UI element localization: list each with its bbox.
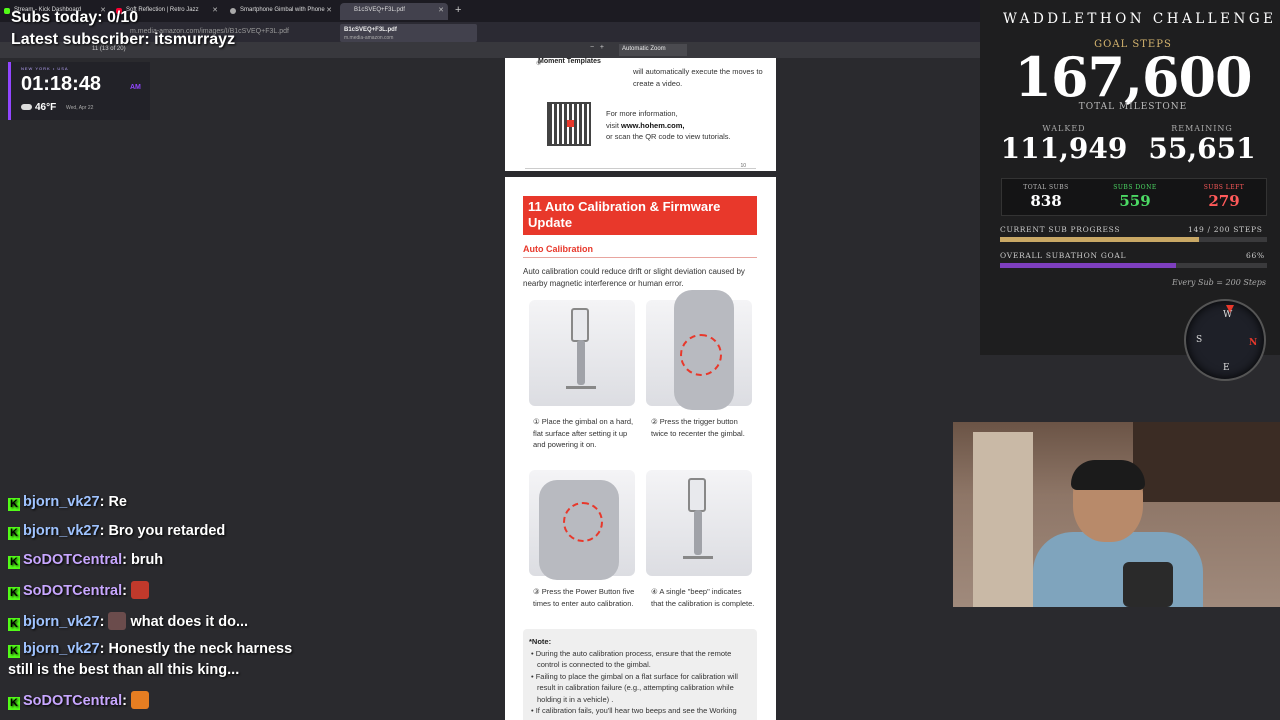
chat-message: K SoDOTCentral: bruh xyxy=(8,552,163,569)
hohem-link[interactable]: www.hohem.com, xyxy=(621,121,684,130)
webcam-feed xyxy=(953,422,1280,607)
section-subheading: Auto Calibration xyxy=(523,244,593,254)
compass: W N S E xyxy=(1184,299,1266,381)
temperature: 46°F xyxy=(35,102,57,113)
remaining-steps: 55,651 xyxy=(1148,132,1256,165)
section-banner: 11 Auto Calibration & Firmware Update xyxy=(523,196,757,235)
chat-message-continuation: still is the best than all this king... xyxy=(8,662,240,678)
chat-message: K SoDOTCentral: xyxy=(8,581,149,600)
emote-icon xyxy=(130,691,149,709)
power-button-image xyxy=(529,470,635,580)
emote-icon xyxy=(108,612,127,630)
kick-icon: K xyxy=(8,697,20,710)
close-icon[interactable]: ✕ xyxy=(326,6,332,14)
clock-widget: NEW YORK • USA 01:18:48 AM 46°F Wed, Apr… xyxy=(8,62,150,120)
close-icon[interactable]: ✕ xyxy=(212,6,218,14)
close-icon[interactable]: ✕ xyxy=(438,6,444,14)
walked-steps: 111,949 xyxy=(1000,132,1128,165)
overall-goal-progress-bar xyxy=(1000,263,1267,268)
step-4: ④ A single "beep" indicates that the cal… xyxy=(651,587,755,608)
subs-done: 559 xyxy=(1119,192,1151,210)
cloud-icon xyxy=(21,104,32,110)
goal-steps: 167,600 xyxy=(1014,45,1252,109)
subs-left: 279 xyxy=(1208,192,1240,210)
kick-icon: K xyxy=(8,618,20,631)
kick-icon: K xyxy=(8,556,20,569)
step-3: ③ Press the Power Button five times to e… xyxy=(533,587,635,608)
current-sub-progress-bar xyxy=(1000,237,1267,242)
current-sub-progress-fill xyxy=(1000,237,1199,242)
chat-message: Kbjorn_vk27: what does it do... xyxy=(8,612,248,631)
chat-message: Kbjorn_vk27: Re xyxy=(8,494,127,511)
qr-logo xyxy=(567,120,574,127)
emote-icon xyxy=(130,581,149,599)
amazon-icon xyxy=(230,8,236,14)
step-2: ② Press the trigger button twice to rece… xyxy=(651,417,745,438)
more-info: For more information, visit www.hohem.co… xyxy=(606,109,731,141)
kick-icon: K xyxy=(8,498,20,511)
new-tab-button[interactable]: + xyxy=(455,4,461,16)
step-1: ① Place the gimbal on a hard, flat surfa… xyxy=(533,417,634,449)
gimbal-flat-image xyxy=(529,300,635,406)
latest-subscriber: Latest subscriber: itsmurrayz xyxy=(11,31,236,48)
kick-icon xyxy=(4,8,10,14)
total-subs: 838 xyxy=(1030,192,1062,210)
calibration-complete-image xyxy=(646,470,752,576)
kick-icon: K xyxy=(8,645,20,658)
tab-smartphone-gimbal[interactable]: Smartphone Gimbal with Phone ✕ xyxy=(226,3,336,20)
pdf-page-10: ⑨ Moment Templates will automatically ex… xyxy=(505,58,776,171)
chat-message: Kbjorn_vk27: Bro you retarded xyxy=(8,523,225,540)
challenge-title: WADDLETHON CHALLENGE xyxy=(1003,11,1277,27)
overall-goal-progress-fill xyxy=(1000,263,1177,268)
pdf-page-11: 11 Auto Calibration & Firmware Update Au… xyxy=(505,177,776,720)
kick-icon: K xyxy=(8,587,20,600)
note-box: *Note: • During the auto calibration pro… xyxy=(523,629,757,720)
tab-pdf[interactable]: B1cSVEQ+F3L.pdf ✕ xyxy=(340,3,448,20)
chat-message: Kbjorn_vk27: Honestly the neck harness xyxy=(8,641,292,658)
tab-preview: B1cSVEQ+F3L.pdf m.media-amazon.com xyxy=(340,24,477,42)
chat-message: K SoDOTCentral: xyxy=(8,691,149,710)
subs-stats: TOTAL SUBS 838 SUBS DONE 559 SUBS LEFT 2… xyxy=(1001,178,1267,216)
clock-time: 01:18:48 xyxy=(21,73,102,95)
subs-today: Subs today: 0/10 xyxy=(11,9,139,26)
kick-icon: K xyxy=(8,527,20,540)
trigger-button-image xyxy=(646,290,752,410)
zoom-buttons[interactable]: − + xyxy=(590,44,604,51)
zoom-select[interactable]: Automatic Zoom xyxy=(619,44,687,56)
